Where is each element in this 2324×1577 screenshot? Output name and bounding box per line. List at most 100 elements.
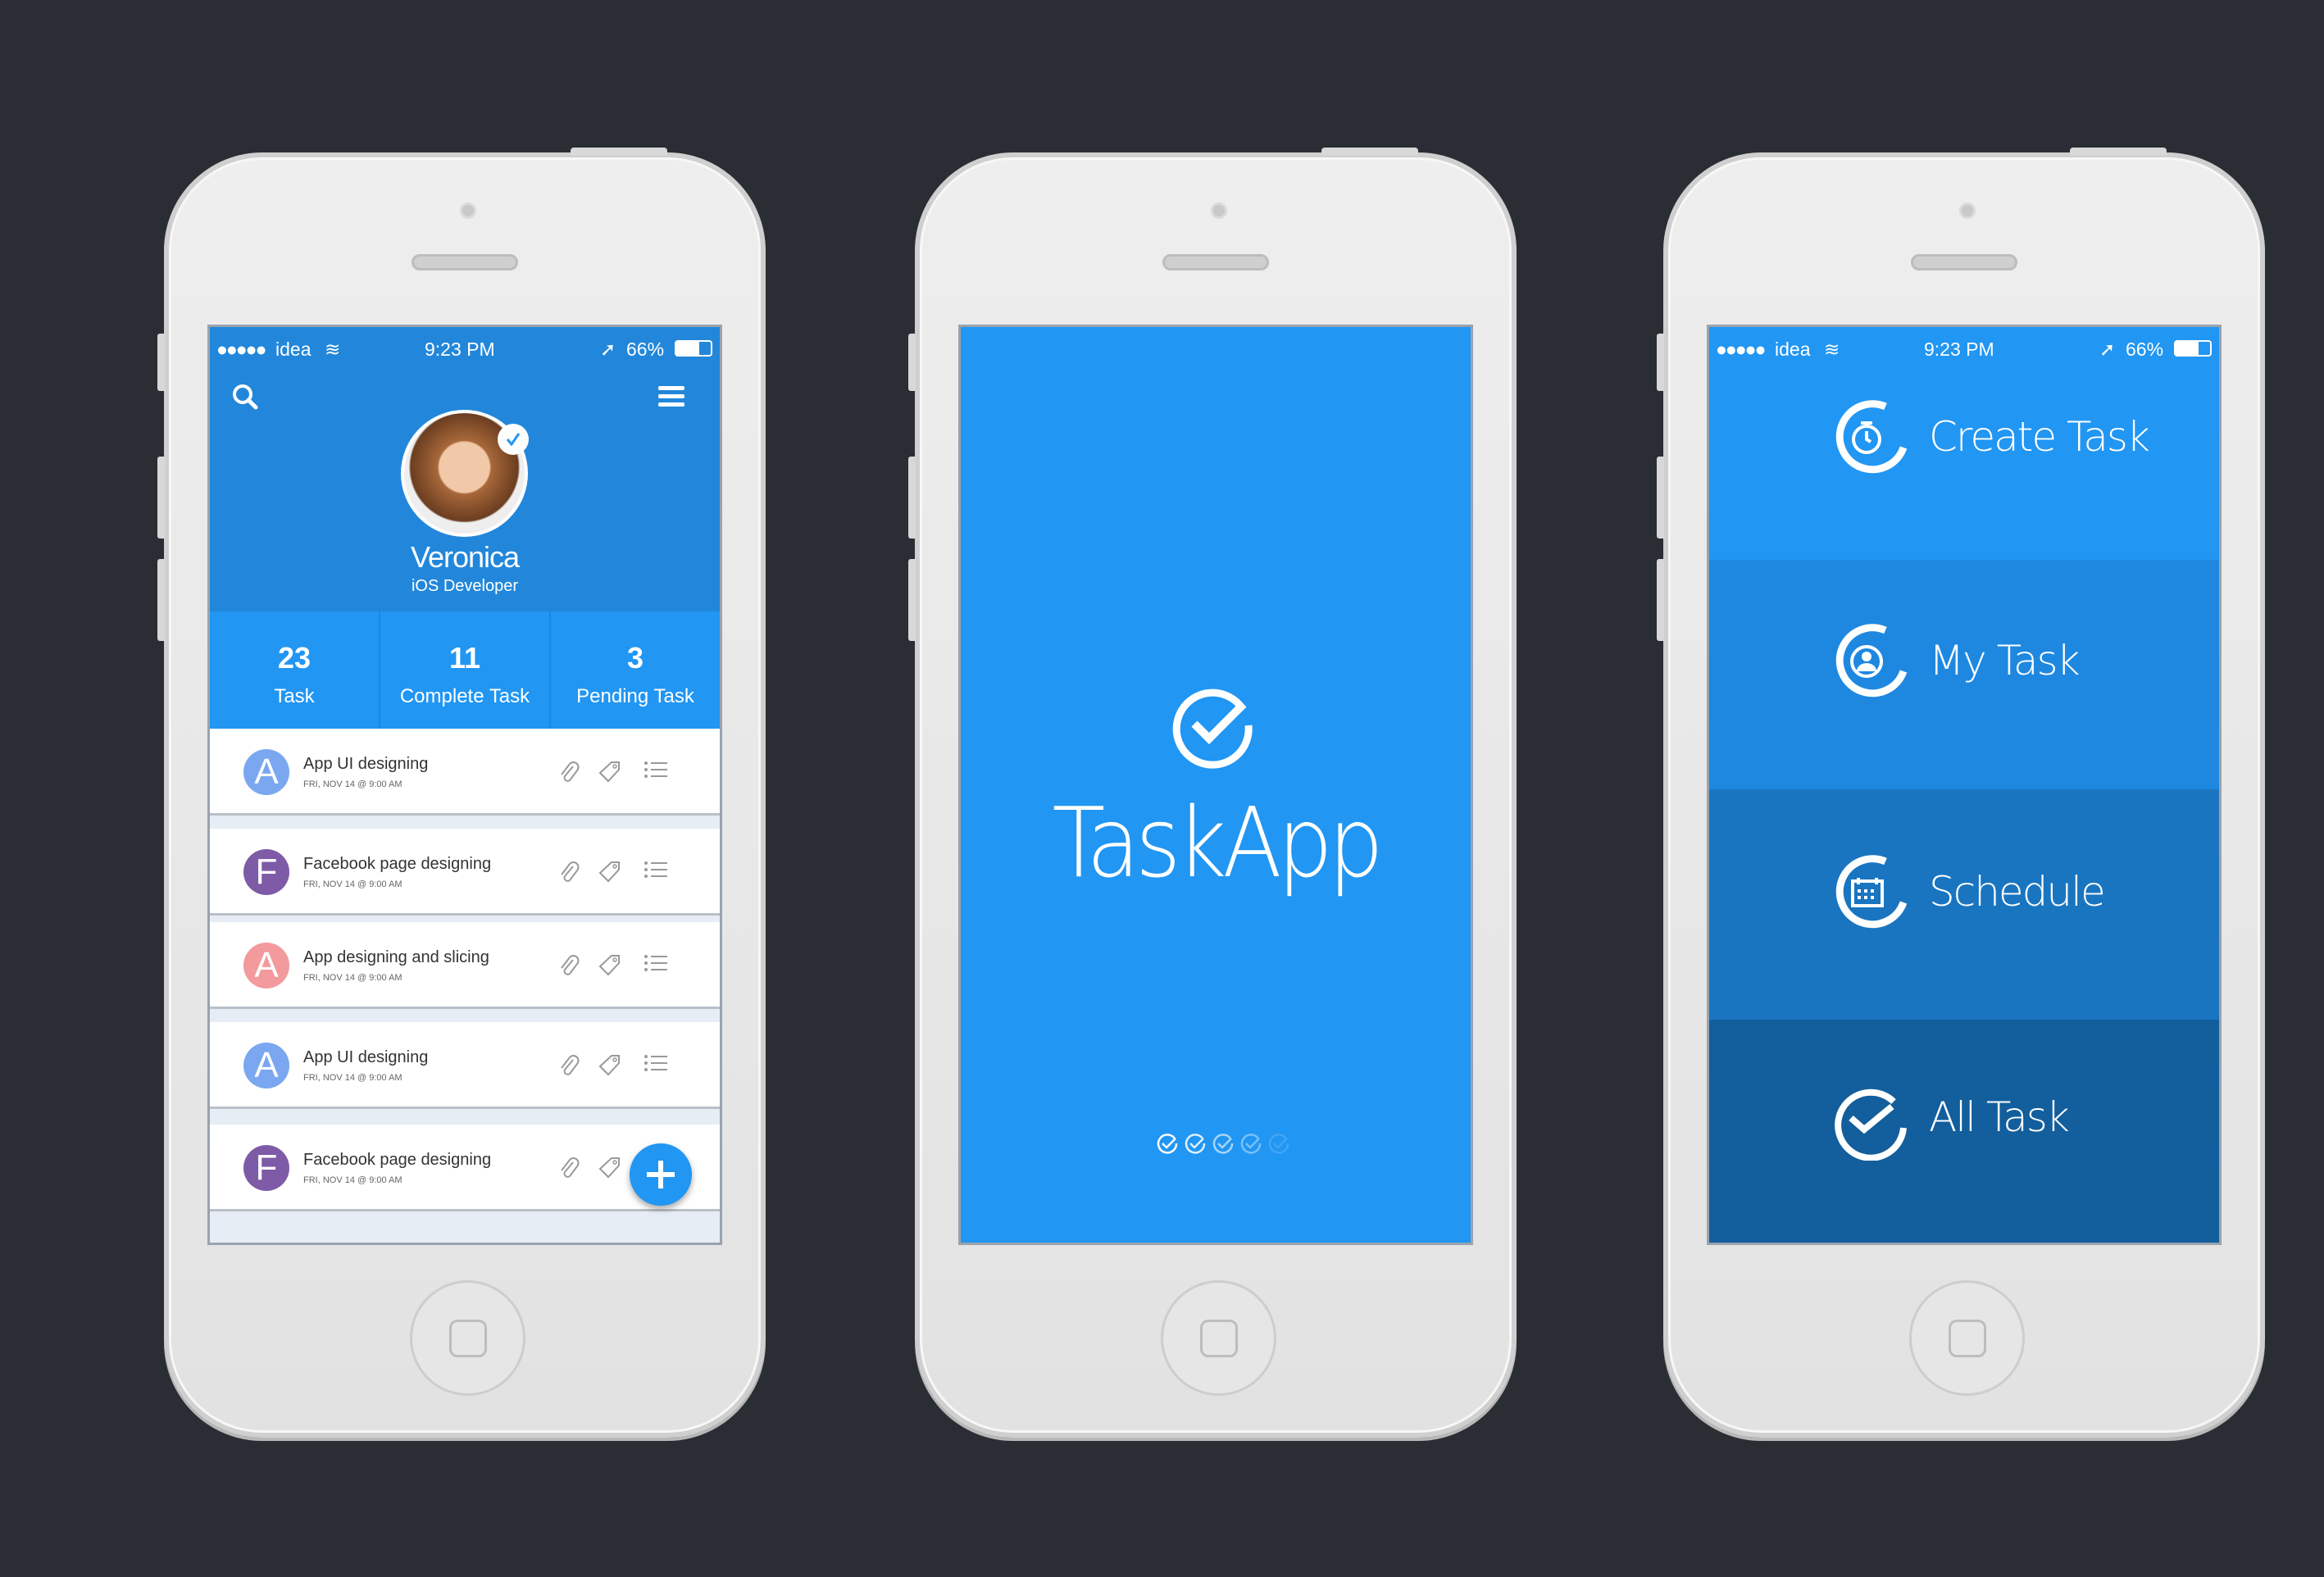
phone-dashboard: ●●●●● idea ≋ 9:23 PM ➚ 66% Veronica iOS … [157,148,766,1438]
tag-icon[interactable] [598,860,621,884]
loading-check-icon [1157,1134,1178,1154]
status-bar: ●●●●● idea ≋ 9:23 PM ➚ 66% [1709,327,2219,372]
task-avatar: F [243,1145,289,1191]
task-avatar: A [243,943,289,988]
location-icon: ➚ [2099,339,2116,360]
task-date: FRI, NOV 14 @ 9:00 AM [303,1175,402,1185]
stat-label: Task [274,685,315,707]
stat-label: Complete Task [399,685,530,707]
app-name: TaskApp [1052,786,1384,899]
stopwatch-icon [1835,400,1908,474]
search-icon[interactable] [231,383,259,411]
tag-icon[interactable] [598,1053,621,1078]
check-icon [506,433,521,447]
add-task-button[interactable] [630,1143,692,1206]
speaker [1911,254,2017,270]
tag-icon[interactable] [598,760,621,784]
calendar-icon [1835,855,1908,929]
wifi-icon: ≋ [1824,339,1840,360]
signal-icon: ●●●●● [216,339,266,360]
speaker [1162,254,1269,270]
list-icon[interactable] [644,860,667,879]
splash-screen: TaskApp [958,325,1473,1245]
menu-label: Create Task [1929,413,2150,461]
loading-check-icon [1212,1134,1234,1154]
task-row[interactable]: F Facebook page designing FRI, NOV 14 @ 9:… [210,829,720,916]
attachment-icon[interactable] [558,860,580,884]
check-icon [1835,1088,1907,1161]
status-bar: ●●●●● idea ≋ 9:23 PM ➚ 66% [210,327,720,372]
dashboard-screen: ●●●●● idea ≋ 9:23 PM ➚ 66% Veronica iOS … [207,325,722,1245]
stat-value: 23 [277,641,312,675]
stat-value: 3 [626,641,644,675]
profile-name: Veronica [410,540,520,574]
battery-percent: 66% [2126,339,2164,360]
verified-badge [498,424,529,455]
loading-check-icon [1268,1134,1289,1154]
clock: 9:23 PM [1924,339,1994,360]
loading-check-icon [1185,1134,1206,1154]
task-avatar: A [243,749,289,795]
battery-icon [675,340,712,357]
wifi-icon: ≋ [325,339,341,360]
attachment-icon[interactable] [558,953,580,978]
profile-role: iOS Developer [411,577,519,595]
location-icon: ➚ [600,339,616,360]
stat-task[interactable]: 23 Task [210,611,380,729]
tag-icon[interactable] [598,953,621,978]
phone-menu: Create Task My Task Schedule All Task ●●●●●… [1657,148,2265,1438]
camera [1211,202,1227,219]
task-date: FRI, NOV 14 @ 9:00 AM [303,973,402,983]
carrier: idea [1775,339,1811,360]
attachment-icon[interactable] [558,1053,580,1078]
camera [460,202,476,219]
battery-percent: 66% [626,339,665,360]
stat-pending[interactable]: 3 Pending Task [551,611,720,729]
menu-item-all-task[interactable]: All Task [1709,1020,2219,1243]
menu-item-schedule[interactable]: Schedule [1709,789,2219,1020]
attachment-icon[interactable] [558,1156,580,1180]
list-icon[interactable] [644,760,667,779]
loading-indicator [1156,1132,1290,1155]
task-date: FRI, NOV 14 @ 9:00 AM [303,1073,402,1083]
loading-check-icon [1240,1134,1262,1154]
tag-icon[interactable] [598,1156,621,1180]
task-row[interactable]: A App UI designing FRI, NOV 14 @ 9:00 AM [210,729,720,816]
speaker [412,254,518,270]
task-title: Facebook page designing [303,855,492,873]
task-title: App UI designing [303,755,429,773]
phone-splash: TaskApp [908,148,1517,1438]
user-icon [1835,624,1908,698]
taskapp-logo-check-icon [1172,689,1253,769]
menu-item-my-task[interactable]: My Task [1709,560,2219,790]
menu-label: My Task [1929,637,2081,684]
task-avatar: F [243,849,289,895]
home-button[interactable] [1161,1280,1276,1396]
stats-bar: 23 Task 11 Complete Task 3 Pending Task [210,611,720,729]
menu-screen: Create Task My Task Schedule All Task ●●●●●… [1707,325,2222,1245]
home-button[interactable] [1909,1280,2025,1396]
task-title: Facebook page designing [303,1151,492,1169]
task-title: App UI designing [303,1048,429,1066]
stat-complete[interactable]: 11 Complete Task [380,611,551,729]
list-icon[interactable] [644,953,667,973]
camera [1959,202,1976,219]
task-row[interactable]: A App UI designing FRI, NOV 14 @ 9:00 AM [210,1022,720,1109]
carrier: idea [275,339,312,360]
home-button[interactable] [410,1280,525,1396]
plus-icon [647,1161,675,1188]
stat-value: 11 [448,641,481,675]
menu-label: Schedule [1929,868,2106,916]
menu-icon[interactable] [658,384,684,409]
task-avatar: A [243,1043,289,1088]
battery-icon [2174,340,2212,357]
task-title: App designing and slicing [303,948,489,966]
task-date: FRI, NOV 14 @ 9:00 AM [303,779,402,789]
menu-label: All Task [1929,1093,2070,1141]
signal-icon: ●●●●● [1716,339,1766,360]
clock: 9:23 PM [425,339,495,360]
attachment-icon[interactable] [558,760,580,784]
task-row[interactable]: A App designing and slicing FRI, NOV 14 @ … [210,922,720,1009]
stat-label: Pending Task [576,685,694,707]
list-icon[interactable] [644,1053,667,1073]
